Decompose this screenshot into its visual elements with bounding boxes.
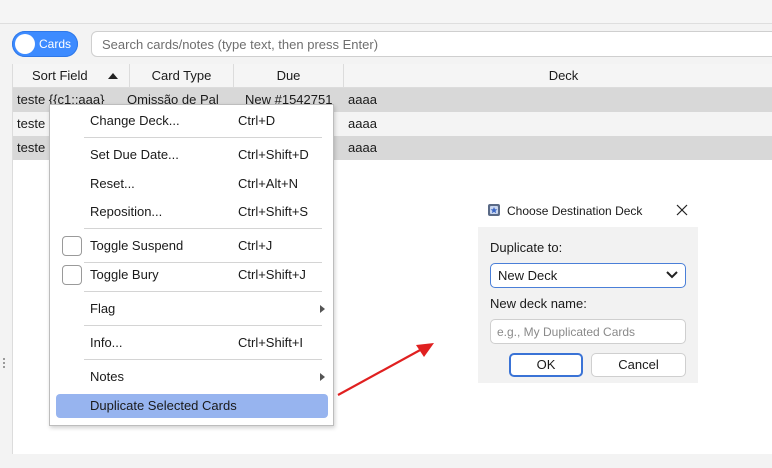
table-header: Sort Field Card Type Due Deck [13,64,772,88]
menu-item-reposition[interactable]: Reposition... Ctrl+Shift+S [56,200,328,224]
menu-separator [84,228,322,229]
menu-separator [84,325,322,326]
annotation-arrow-icon [337,343,434,396]
new-deck-name-label: New deck name: [490,296,587,311]
cancel-button[interactable]: Cancel [591,353,686,377]
menu-item-toggle-bury[interactable]: Toggle Bury Ctrl+Shift+J [56,263,328,287]
menu-item-reset[interactable]: Reset... Ctrl+Alt+N [56,172,328,196]
splitter-handle[interactable] [2,358,6,372]
sort-ascending-icon [108,73,118,79]
toggle-knob [15,34,35,54]
destination-deck-select[interactable]: New Deck [490,263,686,288]
menu-separator [84,359,322,360]
column-header-due[interactable]: Due [234,64,344,88]
search-input[interactable] [91,31,772,57]
column-header-sort-field[interactable]: Sort Field [13,64,130,88]
menu-item-flag[interactable]: Flag [56,297,328,321]
dialog-title-bar: Choose Destination Deck [478,195,698,227]
dialog-title: Choose Destination Deck [507,204,643,218]
menu-item-duplicate-selected-cards[interactable]: Duplicate Selected Cards [56,394,328,418]
ok-button[interactable]: OK [509,353,583,377]
bury-checkbox-icon [62,265,82,285]
context-menu: Change Deck... Ctrl+D Set Due Date... Ct… [49,104,334,426]
suspend-checkbox-icon [62,236,82,256]
menu-separator [84,137,322,138]
column-header-card-type[interactable]: Card Type [130,64,234,88]
cell-sort-field: teste [17,116,46,131]
column-header-deck[interactable]: Deck [344,64,772,88]
submenu-arrow-icon [320,373,325,381]
cell-deck: aaaa [348,92,377,107]
title-bar [0,0,772,24]
selected-option: New Deck [498,268,558,283]
menu-separator [84,291,322,292]
anki-app-icon [488,204,500,216]
cell-sort-field: teste [17,140,46,155]
cell-deck: aaaa [348,116,377,131]
menu-item-info[interactable]: Info... Ctrl+Shift+I [56,331,328,355]
chevron-down-icon [666,271,678,279]
menu-item-set-due-date[interactable]: Set Due Date... Ctrl+Shift+D [56,143,328,167]
new-deck-name-input[interactable] [490,319,686,344]
menu-item-change-deck[interactable]: Change Deck... Ctrl+D [56,109,328,133]
cell-deck: aaaa [348,140,377,155]
menu-item-toggle-suspend[interactable]: Toggle Suspend Ctrl+J [56,234,328,258]
choose-destination-deck-dialog: Choose Destination Deck Duplicate to: Ne… [478,195,698,383]
cards-notes-toggle[interactable]: Cards [12,31,78,57]
menu-item-notes[interactable]: Notes [56,365,328,389]
close-icon[interactable] [676,204,688,216]
toggle-label: Cards [39,37,72,51]
submenu-arrow-icon [320,305,325,313]
duplicate-to-label: Duplicate to: [490,240,563,255]
